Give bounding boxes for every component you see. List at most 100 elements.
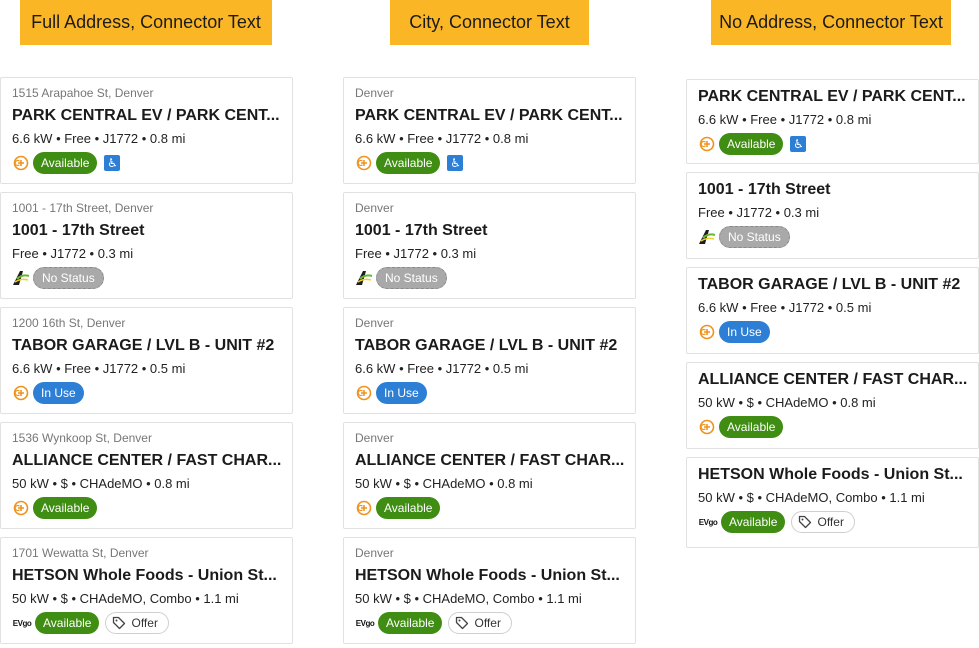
station-card[interactable]: 1701 Wewatta St, Denver HETSON Whole Food…	[0, 537, 293, 644]
station-badges: In Use	[12, 381, 281, 405]
station-name: 1001 - 17th Street	[698, 181, 831, 198]
road-network-icon	[12, 269, 30, 287]
station-badges: EVgo Available Offer	[355, 611, 624, 635]
station-name: ALLIANCE CENTER / FAST CHAR...	[355, 452, 624, 469]
tag-icon	[112, 616, 126, 630]
station-address: Denver	[355, 546, 394, 560]
tag-icon	[455, 616, 469, 630]
evgo-logo: EVgo	[698, 517, 718, 527]
station-details: 6.6 kW • Free • J1772 • 0.8 mi	[12, 131, 186, 146]
status-badge: Available	[378, 612, 443, 634]
charge-network-icon	[355, 499, 373, 517]
station-badges: Available	[12, 496, 281, 520]
station-card[interactable]: ALLIANCE CENTER / FAST CHAR... 50 kW • $ …	[686, 362, 979, 449]
station-address: 1515 Arapahoe St, Denver	[12, 86, 154, 100]
station-card[interactable]: 1001 - 17th Street Free • J1772 • 0.3 mi N…	[686, 172, 979, 259]
station-card[interactable]: 1001 - 17th Street, Denver 1001 - 17th St…	[0, 192, 293, 299]
status-badge: Available	[719, 133, 784, 155]
station-address: 1001 - 17th Street, Denver	[12, 201, 154, 215]
road-network-icon	[698, 228, 716, 246]
station-address: Denver	[355, 201, 394, 215]
station-badges: No Status	[698, 225, 967, 249]
station-address: Denver	[355, 86, 394, 100]
station-name: TABOR GARAGE / LVL B - UNIT #2	[698, 276, 961, 293]
station-name: HETSON Whole Foods - Union St...	[12, 567, 277, 584]
station-details: 50 kW • $ • CHAdeMO, Combo • 1.1 mi	[355, 591, 582, 606]
station-address: 1200 16th St, Denver	[12, 316, 126, 330]
station-card[interactable]: Denver HETSON Whole Foods - Union St... 50…	[343, 537, 636, 644]
offer-button[interactable]: Offer	[448, 612, 512, 634]
station-badges: In Use	[698, 320, 967, 344]
charge-network-icon	[12, 154, 30, 172]
charge-network-icon	[355, 154, 373, 172]
status-badge: Available	[33, 497, 98, 519]
charge-network-icon	[698, 323, 716, 341]
offer-button[interactable]: Offer	[105, 612, 169, 634]
station-name: TABOR GARAGE / LVL B - UNIT #2	[355, 337, 618, 354]
station-details: Free • J1772 • 0.3 mi	[12, 246, 134, 261]
status-badge: In Use	[719, 321, 770, 343]
station-name: ALLIANCE CENTER / FAST CHAR...	[12, 452, 281, 469]
station-card[interactable]: Denver ALLIANCE CENTER / FAST CHAR... 50 k…	[343, 422, 636, 529]
station-card[interactable]: 1536 Wynkoop St, Denver ALLIANCE CENTER /…	[0, 422, 293, 529]
status-badge: Available	[33, 152, 98, 174]
station-card[interactable]: Denver TABOR GARAGE / LVL B - UNIT #2 6.6 …	[343, 307, 636, 414]
station-address: 1536 Wynkoop St, Denver	[12, 431, 152, 445]
station-badges: Available ♿	[12, 151, 281, 175]
column-header: Full Address, Connector Text	[20, 0, 272, 45]
charge-network-icon	[355, 384, 373, 402]
station-details: 50 kW • $ • CHAdeMO • 0.8 mi	[12, 476, 190, 491]
charge-network-icon	[698, 135, 716, 153]
status-badge: No Status	[33, 267, 104, 289]
accessible-icon: ♿	[447, 155, 464, 171]
station-name: TABOR GARAGE / LVL B - UNIT #2	[12, 337, 275, 354]
station-badges: EVgo Available Offer	[12, 611, 281, 635]
station-card[interactable]: TABOR GARAGE / LVL B - UNIT #2 6.6 kW • F…	[686, 267, 979, 354]
station-details: 50 kW • $ • CHAdeMO • 0.8 mi	[698, 395, 876, 410]
station-details: 50 kW • $ • CHAdeMO, Combo • 1.1 mi	[698, 490, 925, 505]
station-card[interactable]: Denver 1001 - 17th Street Free • J1772 • 0…	[343, 192, 636, 299]
column-header: No Address, Connector Text	[711, 0, 951, 45]
station-name: PARK CENTRAL EV / PARK CENT...	[12, 107, 280, 124]
status-badge: Available	[376, 152, 441, 174]
station-details: 6.6 kW • Free • J1772 • 0.5 mi	[355, 361, 529, 376]
station-name: 1001 - 17th Street	[12, 222, 145, 239]
station-card[interactable]: HETSON Whole Foods - Union St... 50 kW • …	[686, 457, 979, 548]
evgo-logo: EVgo	[12, 618, 32, 628]
station-name: PARK CENTRAL EV / PARK CENT...	[698, 88, 966, 105]
status-badge: Available	[376, 497, 441, 519]
station-card[interactable]: 1200 16th St, Denver TABOR GARAGE / LVL B…	[0, 307, 293, 414]
station-card[interactable]: Denver PARK CENTRAL EV / PARK CENT... 6.6 …	[343, 77, 636, 184]
offer-label: Offer	[474, 616, 501, 630]
station-card[interactable]: 1515 Arapahoe St, Denver PARK CENTRAL EV …	[0, 77, 293, 184]
station-address: 1701 Wewatta St, Denver	[12, 546, 149, 560]
offer-label: Offer	[131, 616, 158, 630]
station-details: 50 kW • $ • CHAdeMO, Combo • 1.1 mi	[12, 591, 239, 606]
station-details: 6.6 kW • Free • J1772 • 0.5 mi	[698, 300, 872, 315]
status-badge: No Status	[719, 226, 790, 248]
station-details: 6.6 kW • Free • J1772 • 0.8 mi	[355, 131, 529, 146]
station-address: Denver	[355, 431, 394, 445]
station-badges: Available	[698, 415, 967, 439]
station-details: Free • J1772 • 0.3 mi	[698, 205, 820, 220]
offer-button[interactable]: Offer	[791, 511, 855, 533]
station-name: 1001 - 17th Street	[355, 222, 488, 239]
status-badge: Available	[719, 416, 784, 438]
tag-icon	[798, 515, 812, 529]
charge-network-icon	[698, 418, 716, 436]
station-details: Free • J1772 • 0.3 mi	[355, 246, 477, 261]
station-name: PARK CENTRAL EV / PARK CENT...	[355, 107, 623, 124]
evgo-logo: EVgo	[355, 618, 375, 628]
station-badges: Available ♿	[355, 151, 624, 175]
status-badge: No Status	[376, 267, 447, 289]
station-name: ALLIANCE CENTER / FAST CHAR...	[698, 371, 967, 388]
charge-network-icon	[12, 499, 30, 517]
station-badges: Available	[355, 496, 624, 520]
station-card[interactable]: PARK CENTRAL EV / PARK CENT... 6.6 kW • F…	[686, 79, 979, 164]
station-details: 6.6 kW • Free • J1772 • 0.5 mi	[12, 361, 186, 376]
charge-network-icon	[12, 384, 30, 402]
column-header: City, Connector Text	[390, 0, 589, 45]
station-name: HETSON Whole Foods - Union St...	[698, 466, 963, 483]
offer-label: Offer	[817, 515, 844, 529]
status-badge: Available	[35, 612, 100, 634]
